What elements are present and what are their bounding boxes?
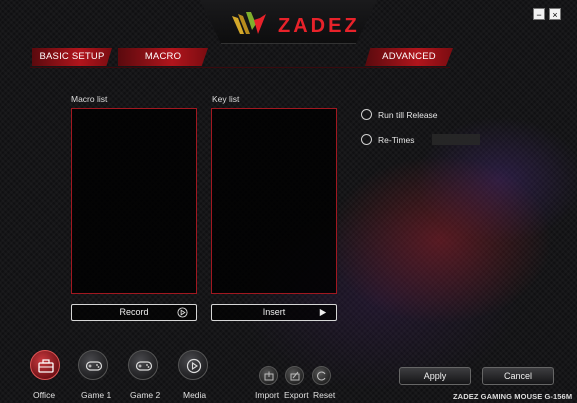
device-model-label: ZADEZ GAMING MOUSE G-156M	[453, 392, 573, 401]
profile-office-label: Office	[33, 390, 56, 400]
profile-game1-button[interactable]	[78, 350, 108, 380]
key-list[interactable]	[211, 108, 337, 294]
apply-button[interactable]: Apply	[399, 367, 471, 385]
record-label: Record	[119, 307, 149, 317]
run-till-release-option[interactable]: Run till Release	[361, 109, 438, 120]
reset-label: Reset	[313, 390, 336, 400]
import-label: Import	[255, 390, 280, 400]
import-button[interactable]	[259, 366, 278, 385]
brand-name: ZADEZ	[278, 15, 360, 37]
import-icon	[264, 371, 274, 381]
run-till-release-radio[interactable]	[361, 109, 372, 120]
macro-list[interactable]	[71, 108, 197, 294]
profile-game1-label: Game 1	[81, 390, 112, 400]
macro-list-label: Macro list	[71, 94, 108, 104]
profile-game2-label: Game 2	[130, 390, 161, 400]
insert-button[interactable]: Insert	[211, 304, 337, 321]
play-icon	[186, 358, 202, 374]
app-header: ZADEZ − ×	[0, 0, 577, 46]
profile-office-button[interactable]	[30, 350, 60, 380]
reset-button[interactable]	[312, 366, 331, 385]
record-button[interactable]: Record	[71, 304, 197, 321]
tab-basic-setup[interactable]: BASIC SETUP	[32, 48, 112, 66]
gamepad-icon	[135, 361, 153, 371]
profile-media-button[interactable]	[178, 350, 208, 380]
re-times-radio[interactable]	[361, 134, 372, 145]
profile-game2-button[interactable]	[128, 350, 158, 380]
re-times-option[interactable]: Re-Times	[361, 134, 415, 145]
export-button[interactable]	[285, 366, 304, 385]
insert-arrow-icon	[319, 308, 327, 317]
export-icon	[290, 371, 300, 381]
re-times-label: Re-Times	[378, 134, 415, 145]
reset-icon	[317, 371, 326, 381]
key-list-label: Key list	[212, 94, 240, 104]
record-play-icon	[177, 307, 188, 318]
re-times-input[interactable]	[432, 134, 480, 145]
close-button[interactable]: ×	[549, 8, 561, 20]
tab-divider	[30, 67, 450, 68]
profile-media-label: Media	[183, 390, 207, 400]
run-till-release-label: Run till Release	[378, 109, 438, 120]
cancel-button[interactable]: Cancel	[482, 367, 554, 385]
gamepad-icon	[85, 361, 103, 371]
minimize-button[interactable]: −	[533, 8, 545, 20]
briefcase-icon	[38, 359, 54, 373]
insert-label: Insert	[262, 307, 286, 317]
zadez-logo-icon	[232, 12, 266, 34]
tab-macro[interactable]: MACRO	[118, 48, 208, 66]
export-label: Export	[284, 390, 309, 400]
tab-advanced-setup[interactable]: ADVANCED SETUP	[365, 48, 453, 66]
